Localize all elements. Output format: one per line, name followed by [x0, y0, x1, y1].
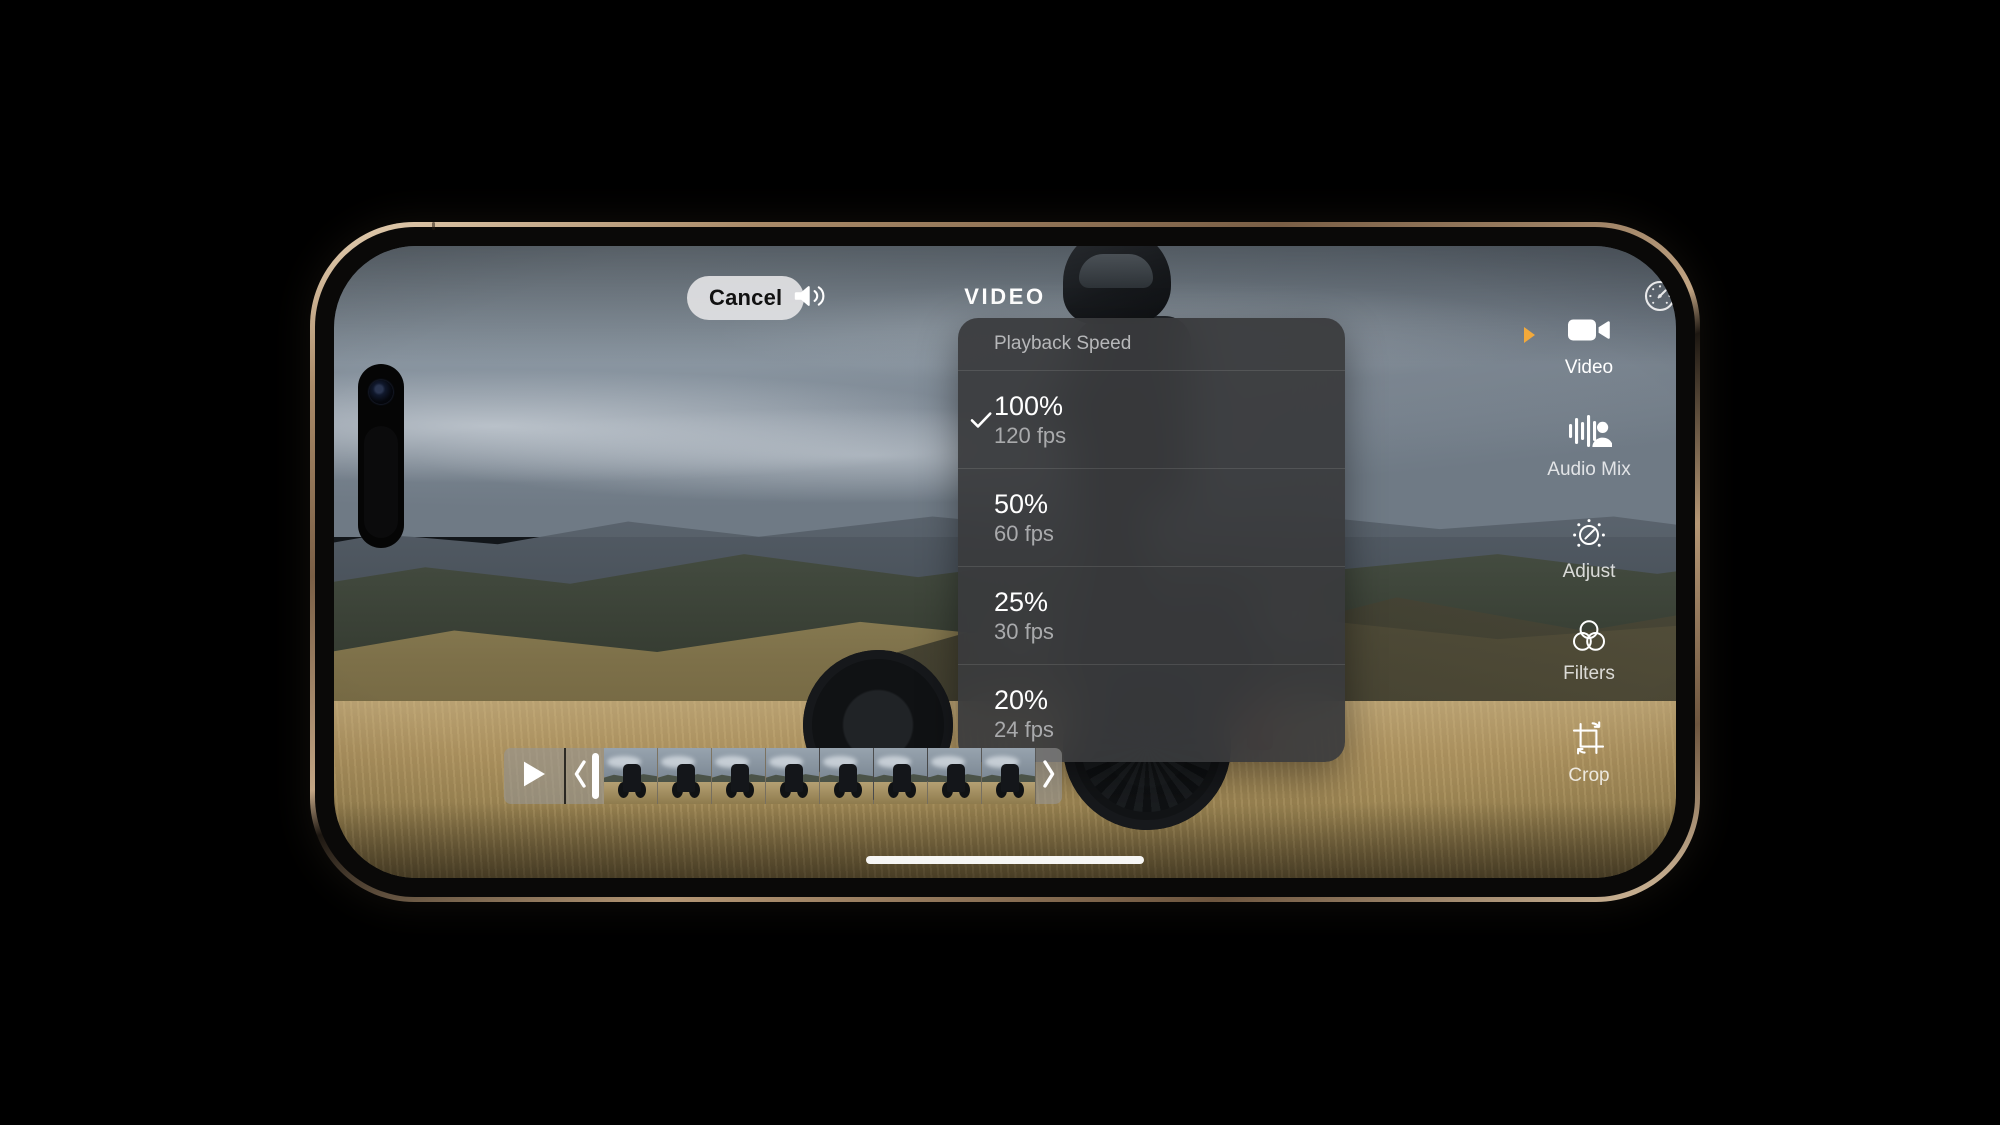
speed-option-100[interactable]: 100% 120 fps	[958, 370, 1345, 468]
speed-option-50[interactable]: 50% 60 fps	[958, 468, 1345, 566]
filmstrip-frame	[604, 748, 658, 804]
playhead-handle[interactable]	[592, 753, 599, 799]
filmstrip-frame	[874, 748, 928, 804]
antenna-seam	[432, 222, 435, 230]
tool-adjust[interactable]: Adjust	[1514, 496, 1664, 598]
front-camera-lens-icon	[369, 380, 393, 404]
tool-label: Adjust	[1562, 561, 1616, 582]
tool-label: Crop	[1568, 765, 1610, 786]
active-tool-marker-icon	[1524, 327, 1535, 343]
speed-option-percent: 50%	[994, 489, 1049, 520]
playback-speed-menu[interactable]: Playback Speed 100% 120 fps 50% 60 fps 2…	[958, 318, 1345, 762]
video-camera-icon	[1566, 307, 1612, 353]
filmstrip-frame	[982, 748, 1036, 804]
filmstrip-frame	[712, 748, 766, 804]
edit-tool-rail: Video Audio Mix Adjust Filters Crop	[1514, 292, 1664, 802]
filmstrip[interactable]	[604, 748, 1036, 804]
dynamic-island-pill	[364, 426, 398, 538]
tool-audio-mix[interactable]: Audio Mix	[1514, 394, 1664, 496]
filmstrip-frame	[820, 748, 874, 804]
page-title: VIDEO	[964, 284, 1046, 309]
speed-option-percent: 25%	[994, 587, 1049, 618]
tool-crop[interactable]: Crop	[1514, 700, 1664, 802]
filmstrip-frame	[658, 748, 712, 804]
trim-end-handle[interactable]	[1036, 748, 1062, 804]
speed-option-fps: 24 fps	[994, 716, 1054, 742]
speed-option-percent: 20%	[994, 685, 1049, 716]
speed-option-percent: 100%	[994, 391, 1064, 422]
tool-label: Video	[1564, 357, 1614, 378]
speed-option-fps: 30 fps	[994, 618, 1054, 644]
chevron-left-icon	[572, 759, 588, 794]
tool-label: Filters	[1563, 663, 1615, 684]
video-trim-scrubber[interactable]	[504, 748, 1062, 804]
speed-option-fps: 60 fps	[994, 520, 1054, 546]
dynamic-island	[358, 364, 404, 548]
trim-start-handle[interactable]	[566, 748, 592, 804]
filmstrip-frame	[928, 748, 982, 804]
filmstrip-frame	[766, 748, 820, 804]
speed-option-25[interactable]: 25% 30 fps	[958, 566, 1345, 664]
tool-video[interactable]: Video	[1514, 292, 1664, 394]
play-button[interactable]	[504, 748, 566, 804]
play-triangle-icon	[520, 759, 548, 794]
crop-rotate-icon	[1568, 715, 1610, 761]
phone-screen: Cancel VIDEO Playback Speed 100% 120 fps…	[334, 246, 1676, 878]
chevron-right-icon	[1041, 759, 1057, 794]
speed-option-fps: 120 fps	[994, 422, 1067, 448]
audio-mix-icon	[1566, 409, 1612, 455]
checkmark-icon	[966, 405, 996, 435]
filters-circles-icon	[1569, 613, 1609, 659]
home-indicator[interactable]	[866, 856, 1144, 864]
tool-filters[interactable]: Filters	[1514, 598, 1664, 700]
screenshot-stage: Cancel VIDEO Playback Speed 100% 120 fps…	[0, 0, 2000, 1125]
adjust-dial-icon	[1569, 511, 1609, 557]
playback-speed-menu-header: Playback Speed	[994, 333, 1132, 354]
tool-label: Audio Mix	[1547, 459, 1631, 480]
